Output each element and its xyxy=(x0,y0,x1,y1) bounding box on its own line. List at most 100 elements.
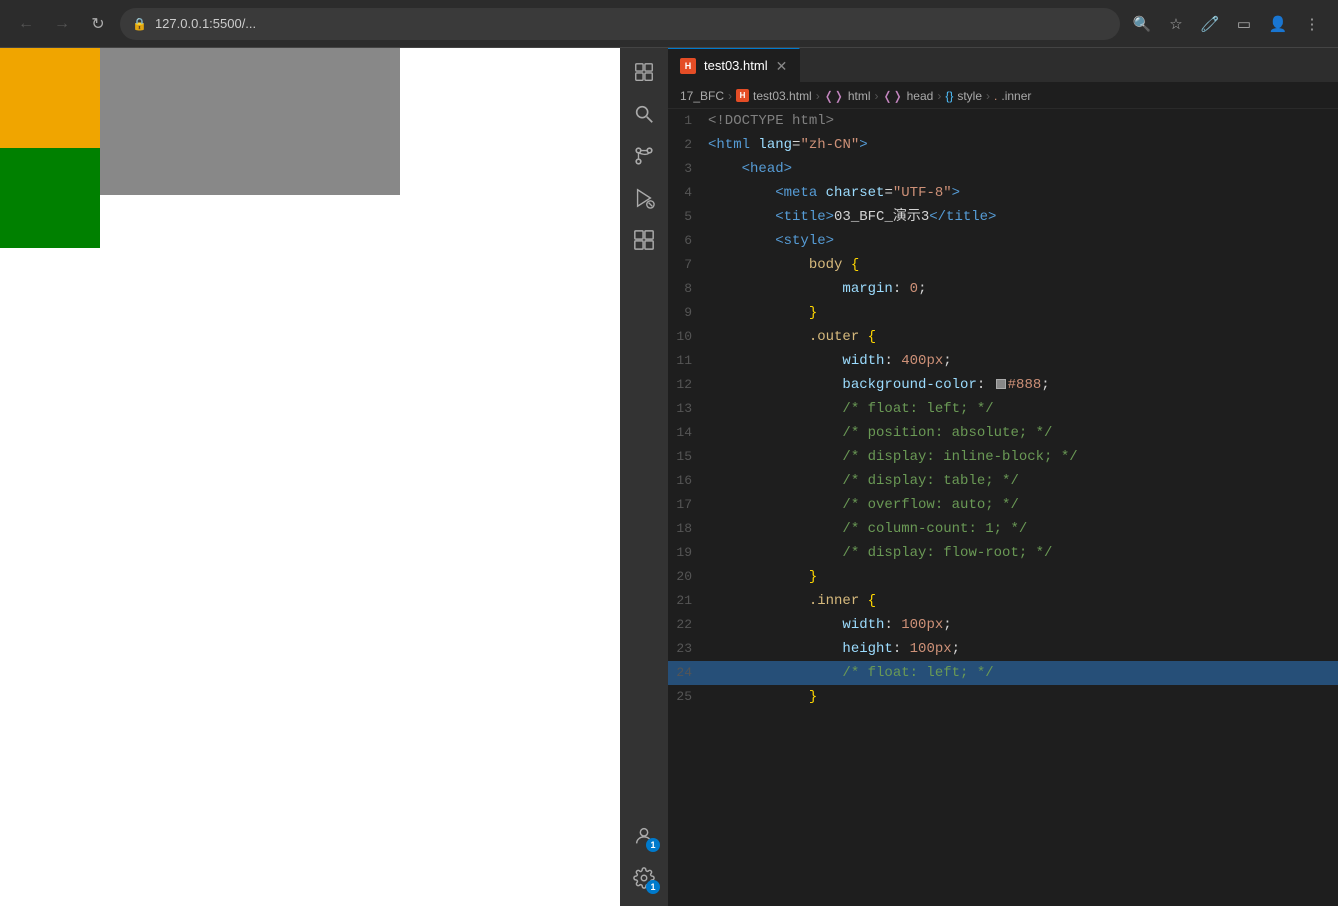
code-content-19: /* display: flow-root; */ xyxy=(708,541,1330,565)
code-content-2: <html lang="zh-CN"> xyxy=(708,133,1330,157)
back-button[interactable]: ← xyxy=(12,10,40,38)
address-bar[interactable]: 🔒 127.0.0.1:5500/... xyxy=(120,8,1120,40)
breadcrumb-file-label: test03.html xyxy=(753,89,812,103)
activity-icon-explorer[interactable] xyxy=(624,52,664,92)
editor-area: H test03.html ✕ 17_BFC › H test03.html ›… xyxy=(668,48,1338,906)
tab-bar: H test03.html ✕ xyxy=(668,48,1338,83)
activity-icon-source-control[interactable] xyxy=(624,136,664,176)
code-content-4: <meta charset="UTF-8"> xyxy=(708,181,1330,205)
bookmark-button[interactable]: ☆ xyxy=(1162,10,1190,38)
breadcrumb-style[interactable]: {} style xyxy=(945,89,982,103)
breadcrumb-class-icon: . xyxy=(994,89,997,103)
activity-bar: 1 1 xyxy=(620,48,668,906)
browser-toolbar: 🔍 ☆ 🧷 ▭ 👤 ⋮ xyxy=(1128,10,1326,38)
line-num-17: 17 xyxy=(668,493,708,517)
activity-icon-extensions[interactable] xyxy=(624,220,664,260)
line-num-13: 13 xyxy=(668,397,708,421)
code-content-12: background-color: #888; xyxy=(708,373,1330,397)
breadcrumb-html[interactable]: ❬❭ html xyxy=(824,89,871,103)
profile-button[interactable]: 👤 xyxy=(1264,10,1292,38)
code-line-12: 12 background-color: #888; xyxy=(668,373,1338,397)
code-content-17: /* overflow: auto; */ xyxy=(708,493,1330,517)
code-content-6: <style> xyxy=(708,229,1330,253)
code-line-13: 13 /* float: left; */ xyxy=(668,397,1338,421)
breadcrumb-style-label: style xyxy=(957,89,982,103)
tab-label: test03.html xyxy=(704,58,768,73)
line-num-10: 10 xyxy=(668,325,708,349)
code-line-25: 25 } xyxy=(668,685,1338,709)
breadcrumb-project-label: 17_BFC xyxy=(680,89,724,103)
line-num-3: 3 xyxy=(668,157,708,181)
activity-bottom: 1 1 xyxy=(624,816,664,906)
line-num-25: 25 xyxy=(668,685,708,709)
menu-button[interactable]: ⋮ xyxy=(1298,10,1326,38)
reload-button[interactable]: ↻ xyxy=(84,10,112,38)
preview-box-green xyxy=(0,148,100,248)
code-content-22: width: 100px; xyxy=(708,613,1330,637)
breadcrumb-sep-2: › xyxy=(816,89,820,103)
code-line-15: 15 /* display: inline-block; */ xyxy=(668,445,1338,469)
line-num-6: 6 xyxy=(668,229,708,253)
breadcrumb-head-icon: ❬❭ xyxy=(883,89,903,103)
url-text: 127.0.0.1:5500/... xyxy=(155,16,256,31)
breadcrumb-project[interactable]: 17_BFC xyxy=(680,89,724,103)
breadcrumb-inner[interactable]: . .inner xyxy=(994,89,1031,103)
breadcrumb-sep-3: › xyxy=(875,89,879,103)
tab-html-icon: H xyxy=(680,58,696,74)
vscode-area: 1 1 H test03.html ✕ 17_BF xyxy=(620,48,1338,906)
code-line-5: 5 <title>03_BFC_演示3</title> xyxy=(668,205,1338,229)
code-content-16: /* display: table; */ xyxy=(708,469,1330,493)
extensions-button[interactable]: 🧷 xyxy=(1196,10,1224,38)
code-content-7: body { xyxy=(708,253,1330,277)
preview-box-orange xyxy=(0,48,100,148)
line-num-4: 4 xyxy=(668,181,708,205)
code-line-23: 23 height: 100px; xyxy=(668,637,1338,661)
line-num-8: 8 xyxy=(668,277,708,301)
code-line-6: 6 <style> xyxy=(668,229,1338,253)
code-line-16: 16 /* display: table; */ xyxy=(668,469,1338,493)
breadcrumb: 17_BFC › H test03.html › ❬❭ html › ❬❭ he… xyxy=(668,83,1338,109)
code-content-23: height: 100px; xyxy=(708,637,1330,661)
forward-button[interactable]: → xyxy=(48,10,76,38)
line-num-19: 19 xyxy=(668,541,708,565)
code-content-1: <!DOCTYPE html> xyxy=(708,109,1330,133)
line-num-20: 20 xyxy=(668,565,708,589)
line-num-1: 1 xyxy=(668,109,708,133)
line-num-21: 21 xyxy=(668,589,708,613)
code-line-4: 4 <meta charset="UTF-8"> xyxy=(668,181,1338,205)
code-line-1: 1 <!DOCTYPE html> xyxy=(668,109,1338,133)
tab-test03[interactable]: H test03.html ✕ xyxy=(668,48,800,82)
activity-icon-settings[interactable]: 1 xyxy=(624,858,664,898)
code-line-21: 21 .inner { xyxy=(668,589,1338,613)
main-layout: 1 1 H test03.html ✕ 17_BF xyxy=(0,48,1338,906)
code-line-2: 2 <html lang="zh-CN"> xyxy=(668,133,1338,157)
breadcrumb-head-label: head xyxy=(907,89,934,103)
breadcrumb-file[interactable]: H test03.html xyxy=(736,89,812,103)
line-num-22: 22 xyxy=(668,613,708,637)
activity-icon-accounts[interactable]: 1 xyxy=(624,816,664,856)
browser-chrome: ← → ↻ 🔒 127.0.0.1:5500/... 🔍 ☆ 🧷 ▭ 👤 ⋮ xyxy=(0,0,1338,48)
code-editor[interactable]: 1 <!DOCTYPE html> 2 <html lang="zh-CN"> … xyxy=(668,109,1338,906)
breadcrumb-html-icon: H xyxy=(736,89,749,102)
code-content-25: } xyxy=(708,685,1330,709)
line-num-16: 16 xyxy=(668,469,708,493)
code-line-7: 7 body { xyxy=(668,253,1338,277)
code-line-8: 8 margin: 0; xyxy=(668,277,1338,301)
code-line-3: 3 <head> xyxy=(668,157,1338,181)
preview-pane xyxy=(0,48,620,906)
code-content-20: } xyxy=(708,565,1330,589)
breadcrumb-html-label: html xyxy=(848,89,871,103)
line-num-24: 24 xyxy=(668,661,708,685)
code-content-8: margin: 0; xyxy=(708,277,1330,301)
code-line-9: 9 } xyxy=(668,301,1338,325)
window-button[interactable]: ▭ xyxy=(1230,10,1258,38)
line-num-7: 7 xyxy=(668,253,708,277)
breadcrumb-head[interactable]: ❬❭ head xyxy=(883,89,934,103)
zoom-button[interactable]: 🔍 xyxy=(1128,10,1156,38)
activity-icon-search[interactable] xyxy=(624,94,664,134)
code-line-20: 20 } xyxy=(668,565,1338,589)
tab-close-button[interactable]: ✕ xyxy=(776,59,788,73)
activity-icon-run[interactable] xyxy=(624,178,664,218)
breadcrumb-inner-label: .inner xyxy=(1001,89,1031,103)
code-content-11: width: 400px; xyxy=(708,349,1330,373)
